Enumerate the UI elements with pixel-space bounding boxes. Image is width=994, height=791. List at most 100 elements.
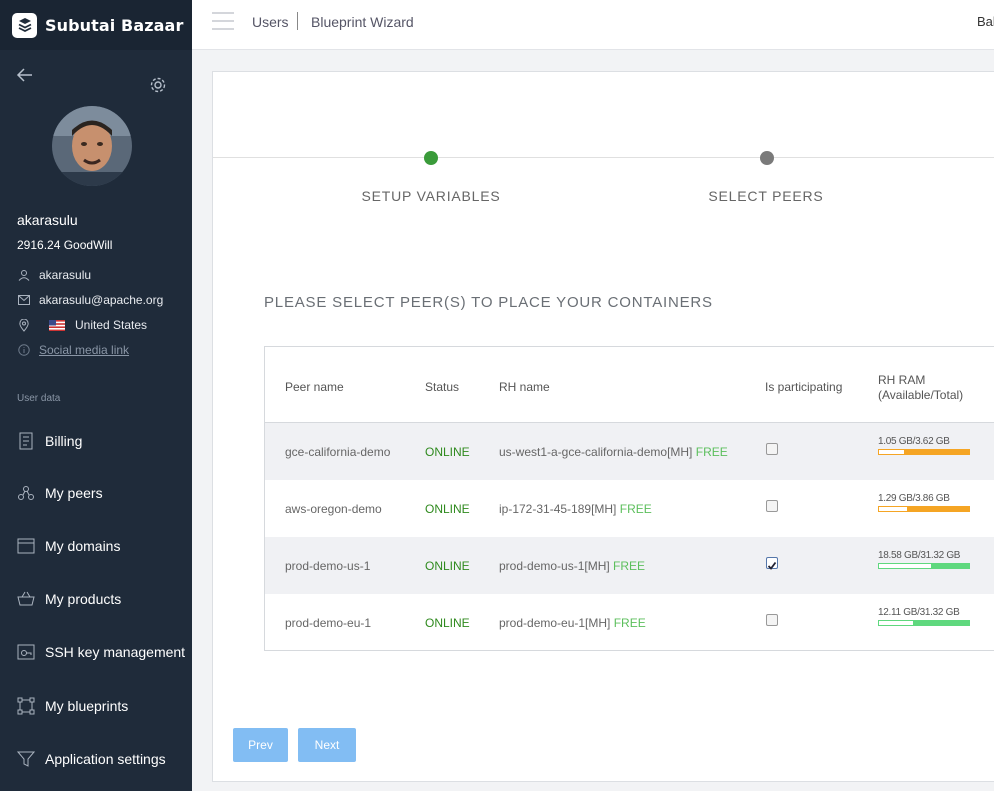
- table-row: prod-demo-us-1 ONLINE prod-demo-us-1[MH] F…: [265, 537, 994, 594]
- ram-usage-bar: [878, 563, 970, 569]
- step-label-setup-variables[interactable]: SETUP VARIABLES: [331, 188, 531, 204]
- rh-name: prod-demo-us-1[MH]: [499, 559, 610, 573]
- col-peer-name: Peer name: [285, 380, 344, 394]
- peer-name: prod-demo-us-1: [285, 559, 371, 573]
- ram-value: 12.11 GB/31.32 GB: [878, 607, 960, 618]
- ram-available-fill: [878, 620, 914, 626]
- table-header: Peer name Status RH name Is participatin…: [265, 347, 994, 423]
- profile-name: akarasulu: [17, 212, 78, 228]
- prev-button[interactable]: Prev: [233, 728, 288, 762]
- ram-available-fill: [878, 449, 905, 455]
- rh-name: ip-172-31-45-189[MH]: [499, 502, 617, 516]
- ram-available-fill: [878, 563, 933, 569]
- username: akarasulu: [39, 268, 92, 282]
- subutai-logo-icon: [12, 12, 37, 38]
- social-link-row[interactable]: Social media link: [17, 343, 129, 357]
- nav-label: My peers: [45, 485, 103, 501]
- billing-icon: [17, 432, 35, 450]
- free-tag: FREE: [613, 616, 646, 630]
- ram-value: 18.58 GB/31.32 GB: [878, 550, 961, 561]
- social-media-link[interactable]: Social media link: [39, 343, 129, 357]
- key-icon: [17, 644, 35, 660]
- peer-name: prod-demo-eu-1: [285, 616, 372, 630]
- breadcrumb-blueprint-wizard: Blueprint Wizard: [311, 14, 414, 30]
- nav-label: SSH key management: [45, 644, 186, 660]
- table-row: prod-demo-eu-1 ONLINE prod-demo-eu-1[MH] F…: [265, 594, 994, 650]
- ram-usage-bar: [878, 449, 970, 455]
- ram-cell: 18.58 GB/31.32 GB: [878, 550, 970, 569]
- us-flag-icon: [49, 319, 65, 331]
- filter-icon: [17, 750, 35, 768]
- nav-label: Application settings: [45, 751, 166, 767]
- col-rh-ram-sub: (Available/Total): [878, 388, 964, 402]
- wizard-card: SETUP VARIABLES SELECT PEERS PLEASE SELE…: [212, 71, 994, 782]
- brand-name: Subutai Bazaar: [45, 15, 184, 35]
- mail-icon: [17, 295, 31, 305]
- peer-status: ONLINE: [425, 445, 470, 459]
- free-tag: FREE: [619, 502, 652, 516]
- nav-label: My blueprints: [45, 698, 129, 714]
- balance-label: Bal: [977, 14, 994, 29]
- location-pin-icon: [17, 318, 31, 332]
- domains-icon: [17, 538, 35, 554]
- info-icon: [17, 344, 31, 356]
- breadcrumb-users[interactable]: Users: [252, 14, 289, 30]
- nav-my-domains[interactable]: My domains: [17, 538, 187, 554]
- nav-my-peers[interactable]: My peers: [17, 485, 187, 501]
- back-arrow-icon[interactable]: [16, 66, 34, 89]
- country-row: United States: [17, 318, 147, 332]
- next-button[interactable]: Next: [298, 728, 356, 762]
- products-icon: [17, 591, 35, 607]
- user-data-label: User data: [17, 393, 61, 404]
- username-row: akarasulu: [17, 268, 91, 282]
- nav-application-settings[interactable]: Application settings: [17, 750, 187, 768]
- step-label-select-peers[interactable]: SELECT PEERS: [666, 188, 866, 204]
- email-row: akarasulu@apache.org: [17, 293, 163, 307]
- ram-value: 1.29 GB/3.86 GB: [878, 493, 950, 504]
- nav-billing[interactable]: Billing: [17, 432, 187, 450]
- rh-name: prod-demo-eu-1[MH]: [499, 616, 611, 630]
- country: United States: [75, 318, 148, 332]
- free-tag: FREE: [695, 445, 728, 459]
- gear-icon[interactable]: [149, 76, 167, 99]
- peer-status: ONLINE: [425, 502, 470, 516]
- hamburger-menu-icon[interactable]: [212, 11, 234, 36]
- blueprints-icon: [17, 697, 35, 715]
- ram-usage-bar: [878, 506, 970, 512]
- nav-my-products[interactable]: My products: [17, 591, 187, 607]
- peers-table: Peer name Status RH name Is participatin…: [264, 346, 994, 651]
- peer-name: aws-oregon-demo: [285, 502, 382, 516]
- nav-my-blueprints[interactable]: My blueprints: [17, 697, 187, 715]
- rh-name-cell: prod-demo-us-1[MH] FREE: [499, 559, 645, 573]
- rh-name-cell: ip-172-31-45-189[MH] FREE: [499, 502, 652, 516]
- table-row: gce-california-demo ONLINE us-west1-a-gce-…: [265, 423, 994, 480]
- participating-checkbox[interactable]: [766, 500, 778, 512]
- sidebar: Subutai Bazaar akarasulu 2916.24 GoodWil…: [0, 0, 192, 791]
- rh-name: us-west1-a-gce-california-demo[MH]: [499, 445, 693, 459]
- col-rh-ram: RH RAM: [878, 373, 926, 387]
- table-row: aws-oregon-demo ONLINE ip-172-31-45-189[MH…: [265, 480, 994, 537]
- col-rh-name: RH name: [499, 380, 550, 394]
- ram-cell: 12.11 GB/31.32 GB: [878, 607, 970, 626]
- top-header: Users Blueprint Wizard Bal: [192, 0, 994, 50]
- brand[interactable]: Subutai Bazaar: [0, 0, 192, 50]
- ram-cell: 1.05 GB/3.62 GB: [878, 436, 970, 455]
- participating-checkbox[interactable]: [766, 614, 778, 626]
- nav-ssh-keys[interactable]: SSH key management: [17, 644, 187, 660]
- ram-value: 1.05 GB/3.62 GB: [878, 436, 950, 447]
- peer-name: gce-california-demo: [285, 445, 391, 459]
- rh-name-cell: prod-demo-eu-1[MH] FREE: [499, 616, 646, 630]
- nav-label: My domains: [45, 538, 121, 554]
- participating-checkbox[interactable]: [766, 443, 778, 455]
- user-icon: [17, 269, 31, 281]
- progress-line: [213, 157, 994, 158]
- ram-usage-bar: [878, 620, 970, 626]
- peer-status: ONLINE: [425, 559, 470, 573]
- col-status: Status: [425, 380, 460, 394]
- nav-label: My products: [45, 591, 122, 607]
- goodwill-balance: 2916.24 GoodWill: [17, 238, 113, 252]
- peers-icon: [17, 485, 35, 501]
- ram-available-fill: [878, 506, 909, 512]
- breadcrumb-separator: [297, 12, 298, 30]
- participating-checkbox[interactable]: [766, 557, 778, 570]
